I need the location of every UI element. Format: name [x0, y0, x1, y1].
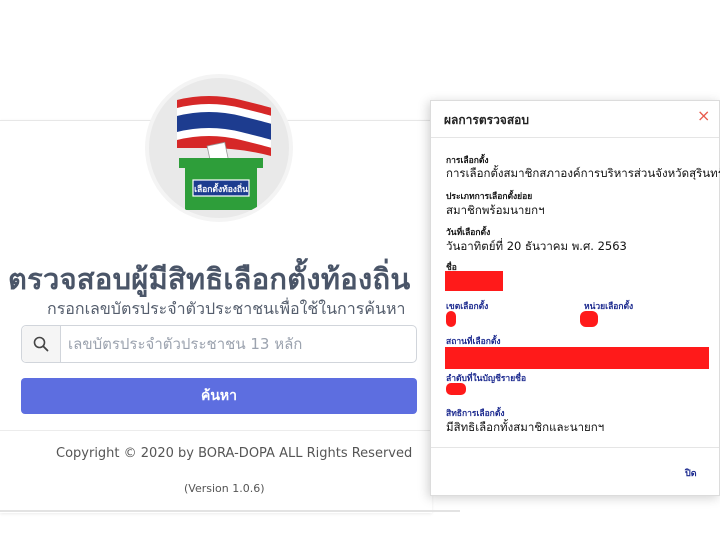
polling-place-label: สถานที่เลือกตั้ง — [446, 337, 501, 347]
search-addon — [22, 326, 61, 362]
id-card-search-input[interactable] — [68, 326, 408, 362]
close-icon[interactable]: × — [697, 108, 710, 124]
page-subtitle: กรอกเลขบัตรประจำตัวประชาชนเพื่อใช้ในการค… — [47, 299, 406, 318]
thai-flag-ballot-box-icon: เลือกตั้งท้องถิ่น — [177, 96, 272, 210]
search-input-group — [21, 325, 417, 363]
redacted-unit — [580, 311, 598, 327]
copyright-text: Copyright © 2020 by BORA-DOPA ALL Rights… — [56, 446, 413, 461]
page-bottom-border — [0, 510, 460, 512]
election-logo: เลือกตั้งท้องถิ่น — [145, 74, 293, 222]
voting-right-value: มีสิทธิเลือกทั้งสมาชิกและนายกฯ — [446, 420, 605, 434]
election-value: การเลือกตั้งสมาชิกสภาองค์การบริหารส่วนจั… — [446, 166, 720, 180]
modal-footer-divider — [431, 447, 719, 448]
redacted-list-order — [446, 383, 466, 395]
page-title: ตรวจสอบผู้มีสิทธิเลือกตั้งท้องถิ่น — [8, 262, 411, 296]
search-icon — [33, 336, 49, 352]
modal-header: ผลการตรวจสอบ × — [431, 101, 719, 138]
election-type-label: ประเภทการเลือกตั้งย่อย — [446, 192, 533, 202]
redacted-polling-place — [445, 347, 709, 369]
voting-right-label: สิทธิการเลือกตั้ง — [446, 409, 505, 419]
redacted-district — [446, 311, 456, 327]
redacted-name — [445, 271, 503, 291]
modal-title: ผลการตรวจสอบ — [444, 113, 529, 127]
modal-close-button[interactable]: ปิด — [685, 466, 697, 480]
version-text: (Version 1.0.6) — [184, 482, 265, 495]
search-button[interactable]: ค้นหา — [21, 378, 417, 414]
election-date-value: วันอาทิตย์ที่ 20 ธันวาคม พ.ศ. 2563 — [446, 239, 627, 253]
footer-divider — [0, 430, 432, 431]
result-modal: ผลการตรวจสอบ × การเลือกตั้ง การเลือกตั้ง… — [430, 100, 720, 496]
election-date-label: วันที่เลือกตั้ง — [446, 228, 491, 238]
election-type-value: สมาชิกพร้อมนายกฯ — [446, 203, 545, 217]
